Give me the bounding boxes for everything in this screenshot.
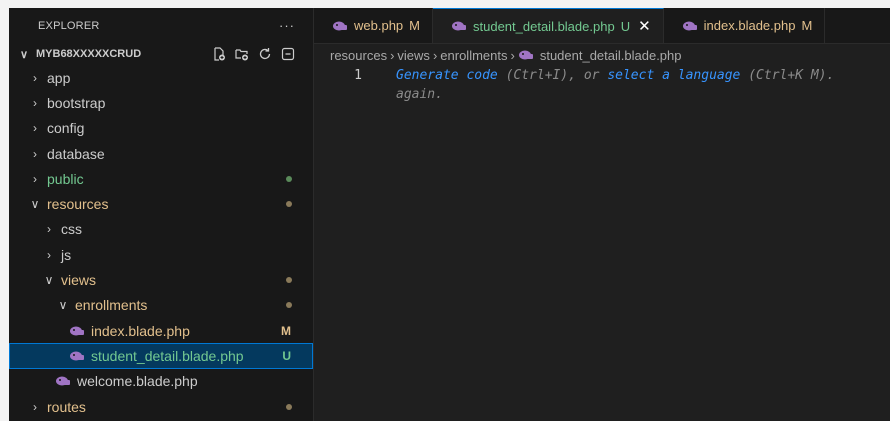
- breadcrumb-separator-icon: ›: [432, 47, 438, 63]
- chevron-right-icon: ›: [33, 171, 37, 186]
- tab-label: index.blade.php: [703, 18, 796, 33]
- php-file-icon: [682, 19, 698, 33]
- tree-folder[interactable]: › database: [9, 141, 313, 166]
- editor-tab[interactable]: student_detail.blade.php U ✕: [433, 8, 664, 43]
- tree-item-label: resources: [47, 196, 109, 213]
- tab-git-status: M: [801, 18, 813, 33]
- explorer-actions: [212, 47, 295, 61]
- tree-folder[interactable]: › app: [9, 65, 313, 90]
- chevron-right-icon: ›: [33, 146, 37, 161]
- tree-folder[interactable]: › bootstrap: [9, 90, 313, 115]
- breadcrumb: resources › views › enrollments › student_deta…: [314, 44, 890, 66]
- tree-file[interactable]: student_detail.blade.php U: [9, 343, 313, 369]
- file-tree: › app › bootstrap › config › database › public ∨ re…: [9, 65, 313, 419]
- tab-git-status: M: [409, 18, 420, 33]
- php-file-icon: [55, 374, 71, 388]
- tree-item-label: student_detail.blade.php: [91, 347, 244, 364]
- tree-folder[interactable]: ∨ enrollments: [9, 293, 313, 318]
- empty-editor-hint: Generate code (Ctrl+I), or select a lang…: [396, 68, 834, 83]
- generate-code-link[interactable]: Generate code: [396, 68, 498, 83]
- chevron-right-icon: ›: [33, 121, 37, 136]
- chevron-down-icon: ∨: [58, 298, 68, 313]
- php-file-icon: [69, 324, 85, 338]
- chevron-right-icon: ›: [33, 70, 37, 85]
- hint-text-2: (Ctrl+K M).: [740, 68, 835, 83]
- chevron-right-icon: ›: [47, 247, 51, 262]
- php-file-icon: [332, 19, 348, 33]
- chevron-down-icon: ∨: [20, 48, 29, 61]
- vscode-window: EXPLORER ··· ∨ MYB68XXXXXCRUD › app › bo…: [9, 8, 890, 421]
- git-status-dot: [286, 302, 292, 309]
- tree-folder[interactable]: › public: [9, 166, 313, 191]
- tree-item-label: index.blade.php: [91, 322, 190, 339]
- tab-git-status: U: [620, 18, 631, 34]
- git-status-dot: [286, 277, 292, 284]
- tree-item-label: enrollments: [75, 297, 148, 314]
- code-line: again.: [314, 85, 890, 104]
- tree-item-label: js: [61, 246, 72, 263]
- new-file-icon[interactable]: [212, 47, 226, 61]
- tree-item-label: database: [47, 145, 105, 162]
- code-area[interactable]: 1 Generate code (Ctrl+I), or select a la…: [314, 66, 890, 104]
- breadcrumb-item[interactable]: views: [397, 48, 430, 63]
- editor-tabs: web.php Mstudent_detail.blade.php U ✕ index.…: [314, 8, 890, 44]
- tree-folder[interactable]: › config: [9, 116, 313, 141]
- breadcrumb-separator-icon: ›: [510, 47, 515, 63]
- collapse-all-icon[interactable]: [281, 47, 295, 61]
- git-status-dot: [286, 201, 292, 208]
- explorer-header: EXPLORER ···: [9, 8, 313, 43]
- git-status-dot: [286, 403, 292, 410]
- tree-folder[interactable]: ∨ views: [9, 267, 313, 292]
- tree-item-label: css: [61, 221, 82, 238]
- editor-tab[interactable]: web.php M: [314, 8, 433, 43]
- explorer-title: EXPLORER: [38, 19, 100, 32]
- tree-item-label: views: [61, 272, 97, 289]
- tree-folder[interactable]: › js: [9, 242, 313, 267]
- editor-tab[interactable]: index.blade.php M: [664, 8, 826, 43]
- refresh-icon[interactable]: [258, 47, 272, 61]
- tab-label: web.php: [354, 18, 404, 33]
- tree-item-label: welcome.blade.php: [77, 373, 198, 390]
- chevron-right-icon: ›: [33, 95, 37, 110]
- php-file-icon: [451, 19, 467, 33]
- git-status-badge: U: [282, 348, 291, 363]
- tree-item-label: routes: [47, 398, 86, 415]
- breadcrumb-separator-icon: ›: [390, 47, 395, 63]
- hint-text-1: (Ctrl+I), or: [497, 68, 608, 83]
- tab-label: student_detail.blade.php: [473, 18, 615, 34]
- breadcrumb-item[interactable]: student_detail.blade.php: [540, 48, 682, 63]
- tree-item-label: bootstrap: [47, 94, 106, 111]
- tree-file[interactable]: index.blade.php M: [9, 318, 313, 343]
- tree-folder[interactable]: ∨ resources: [9, 191, 313, 216]
- chevron-right-icon: ›: [47, 222, 51, 237]
- tree-item-label: app: [47, 69, 71, 86]
- breadcrumb-item[interactable]: resources: [330, 48, 387, 63]
- explorer-sidebar: EXPLORER ··· ∨ MYB68XXXXXCRUD › app › bo…: [9, 8, 314, 421]
- project-name: MYB68XXXXXCRUD: [36, 48, 142, 60]
- php-file-icon: [518, 48, 534, 62]
- hint-text-3: again.: [396, 87, 443, 102]
- tree-item-label: config: [47, 120, 85, 137]
- chevron-down-icon: ∨: [44, 273, 54, 288]
- git-status-badge: M: [281, 323, 291, 338]
- chevron-right-icon: ›: [33, 399, 37, 414]
- git-status-dot: [286, 175, 292, 182]
- tree-folder[interactable]: › css: [9, 217, 313, 242]
- new-folder-icon[interactable]: [235, 47, 249, 61]
- select-language-link[interactable]: select a language: [607, 68, 740, 83]
- tree-item-label: public: [47, 170, 84, 187]
- line-number: 1: [354, 68, 362, 83]
- project-section-header[interactable]: ∨ MYB68XXXXXCRUD: [9, 43, 313, 65]
- chevron-down-icon: ∨: [30, 197, 40, 212]
- breadcrumb-item[interactable]: enrollments: [440, 48, 507, 63]
- tree-folder[interactable]: › routes: [9, 394, 313, 419]
- code-line: 1 Generate code (Ctrl+I), or select a la…: [314, 66, 890, 85]
- tree-file[interactable]: welcome.blade.php: [9, 369, 313, 394]
- close-icon[interactable]: ✕: [638, 17, 651, 35]
- more-actions-icon[interactable]: ···: [279, 18, 295, 33]
- php-file-icon: [69, 349, 85, 363]
- editor-area: web.php Mstudent_detail.blade.php U ✕ index.…: [314, 8, 890, 421]
